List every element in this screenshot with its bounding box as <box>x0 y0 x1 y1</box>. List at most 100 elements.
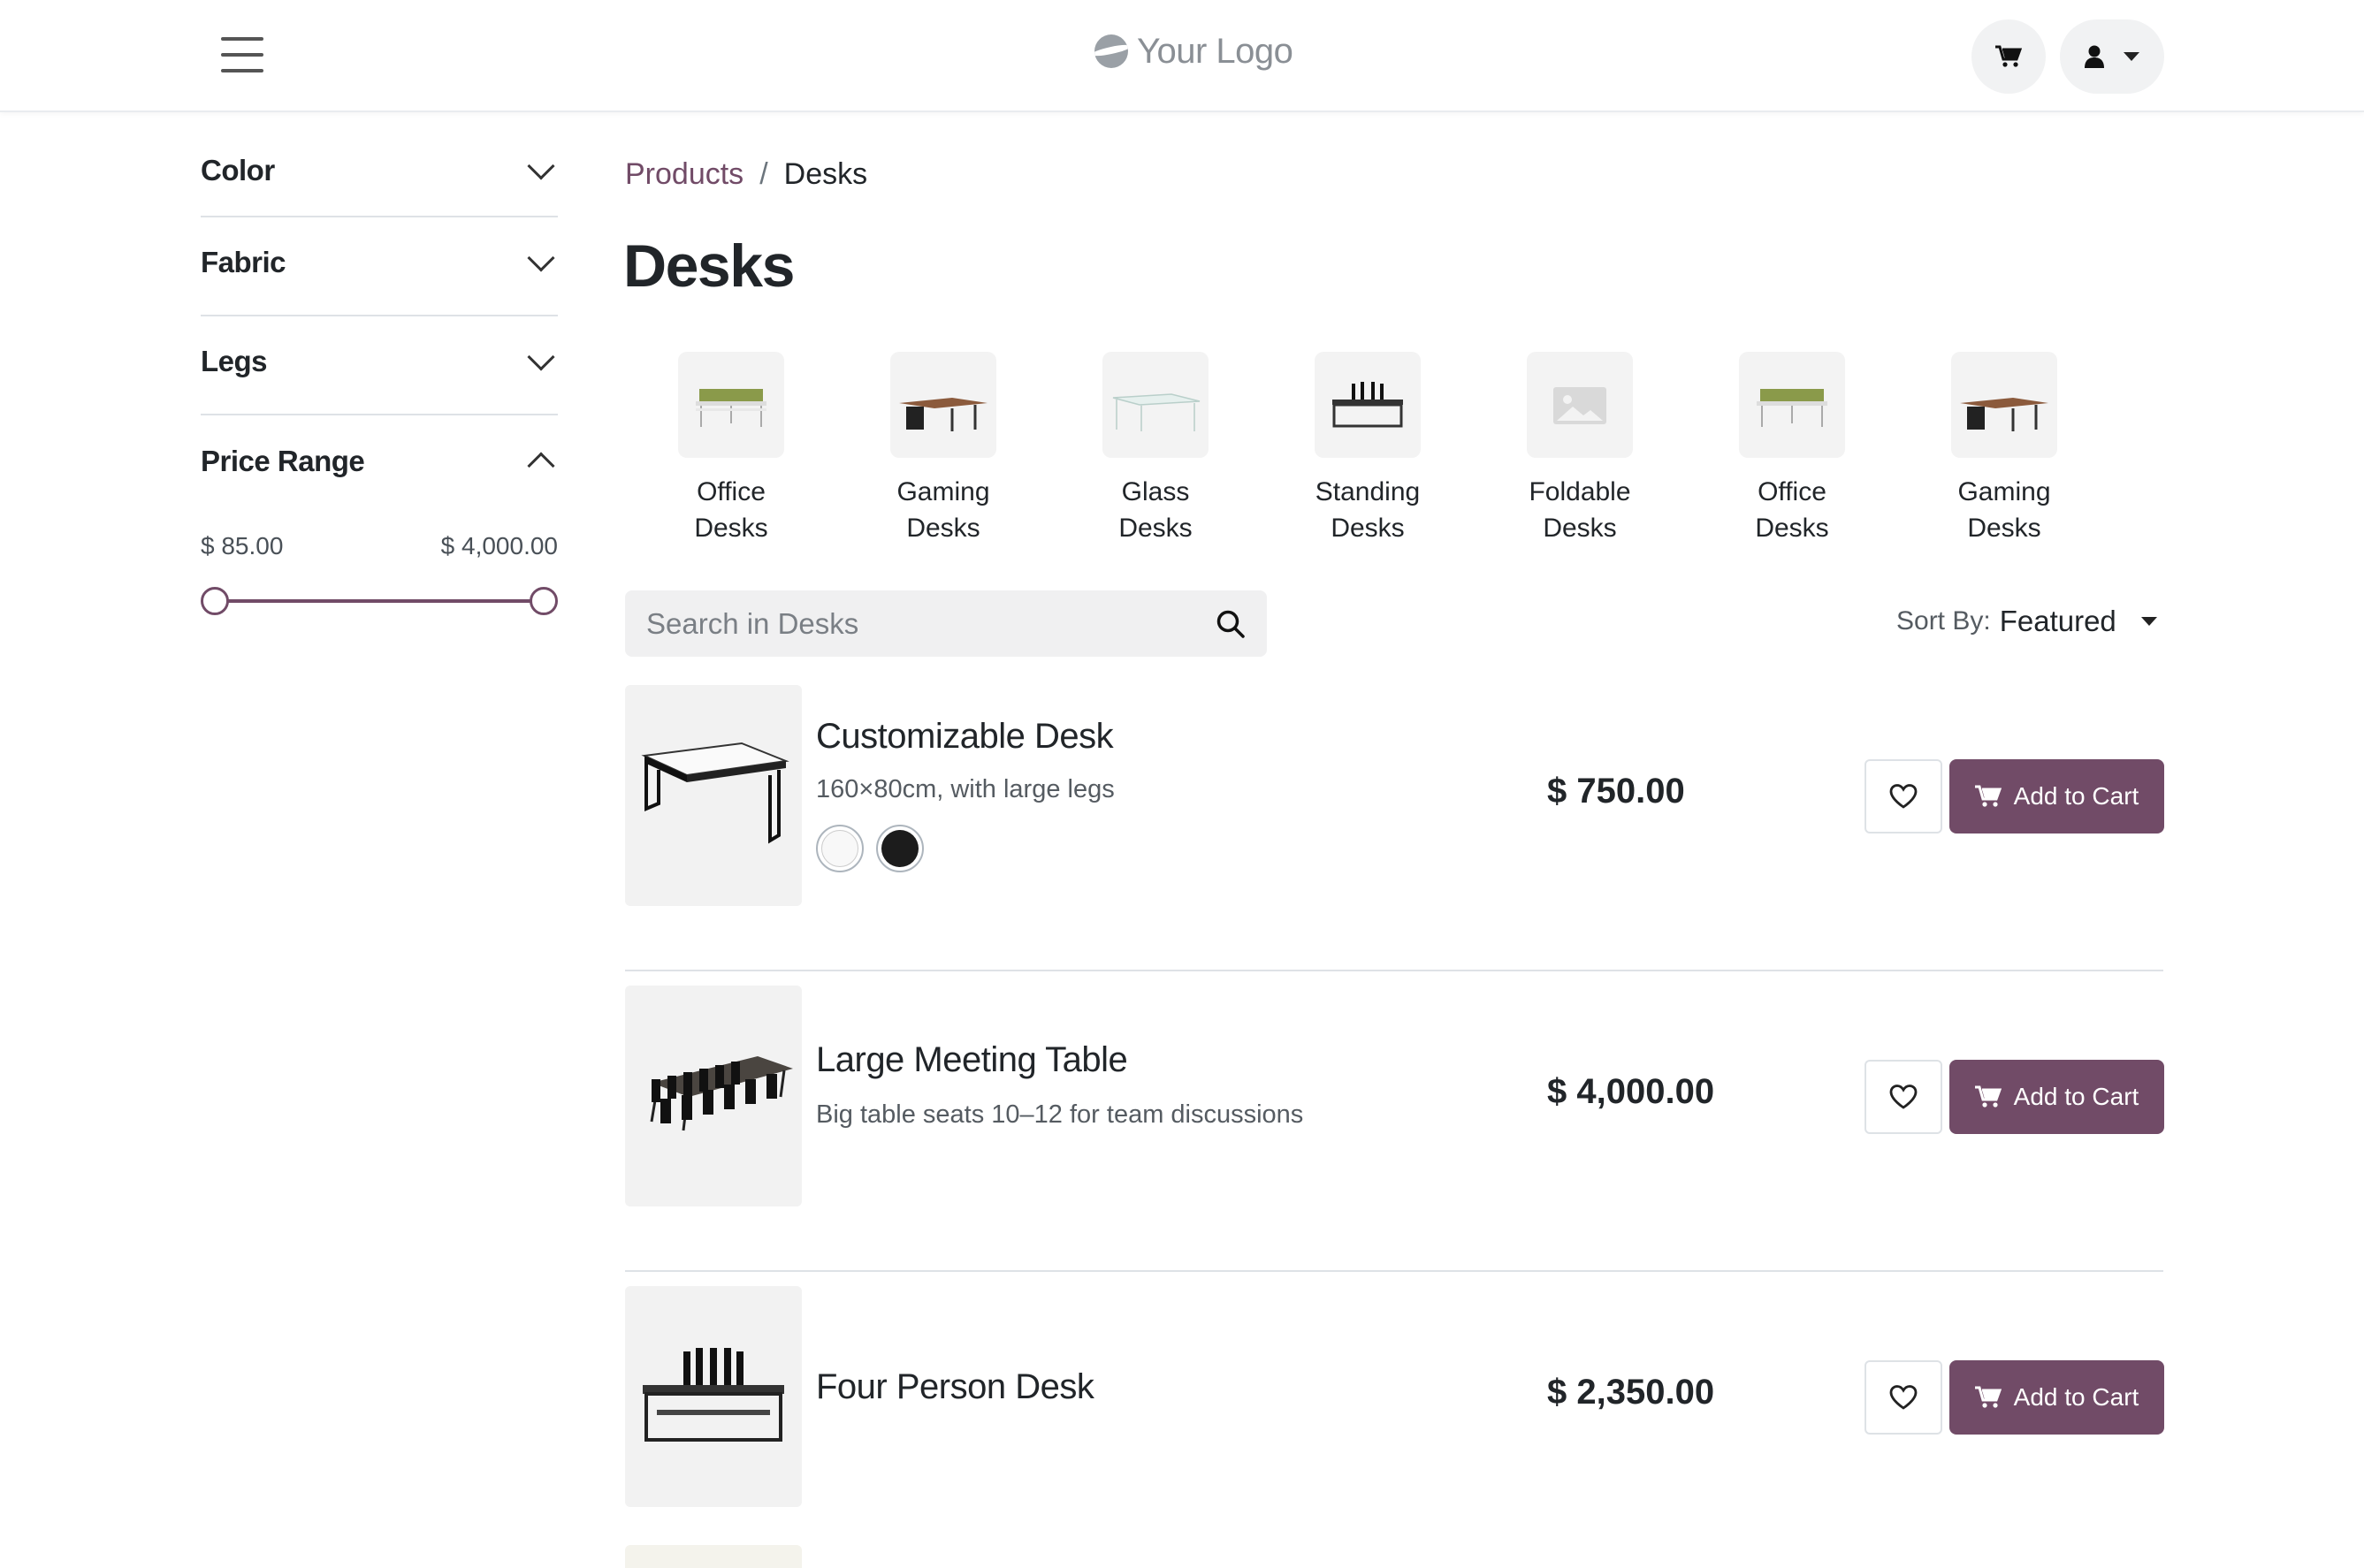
category-image <box>890 352 996 458</box>
chevron-down-icon <box>527 152 555 180</box>
cart-icon <box>1995 45 2022 67</box>
category-image <box>1102 352 1209 458</box>
price-range-labels: $ 85.00 $ 4,000.00 <box>201 532 558 560</box>
filter-title: Fabric <box>201 246 286 278</box>
search-icon[interactable] <box>1216 609 1246 639</box>
cart-button[interactable] <box>1971 19 2046 94</box>
chevron-down-icon <box>527 343 555 371</box>
filter-title: Color <box>201 154 275 186</box>
add-to-cart-label: Add to Cart <box>2013 782 2139 810</box>
category-label: Foldable <box>1529 477 1631 506</box>
breadcrumb-current: Desks <box>783 157 868 191</box>
add-to-cart-label: Add to Cart <box>2013 1383 2139 1411</box>
product-name[interactable]: Large Meeting Table <box>816 1040 1128 1080</box>
heart-icon <box>1889 1085 1918 1109</box>
category-label: Gaming <box>1957 477 2051 506</box>
sort-label: Sort By: <box>1896 606 1991 636</box>
category-label: Desks <box>1543 514 1617 543</box>
wishlist-button[interactable] <box>1865 1060 1942 1134</box>
breadcrumb-products-link[interactable]: Products <box>625 157 744 192</box>
category-gaming-desks[interactable]: Gaming Desks <box>837 352 1049 546</box>
product-image-partial[interactable] <box>625 1545 802 1568</box>
product-image[interactable] <box>625 1286 802 1507</box>
filter-title: Price Range <box>201 445 365 477</box>
category-gaming-desks-2[interactable]: Gaming Desks <box>1898 352 2110 546</box>
category-list: Office Desks Gaming Desks Glass Desks Stand… <box>625 352 2110 546</box>
filter-fabric[interactable]: Fabric <box>201 217 558 316</box>
product-name[interactable]: Customizable Desk <box>816 717 1114 757</box>
category-label: Desks <box>1755 514 1829 543</box>
swatch-white[interactable] <box>816 825 864 872</box>
logo[interactable]: Your Logo <box>1094 27 1293 76</box>
product-row: Four Person Desk $ 2,350.00 Add to Cart <box>625 1286 2164 1568</box>
category-label: Office <box>697 477 766 506</box>
sort-value: Featured <box>1999 605 2116 637</box>
category-office-desks-2[interactable]: Office Desks <box>1686 352 1898 546</box>
filter-title: Legs <box>201 345 268 377</box>
user-icon <box>2085 45 2104 68</box>
category-label: Desks <box>1118 514 1193 543</box>
breadcrumb-separator: / <box>759 157 768 191</box>
product-price: $ 4,000.00 <box>1547 1072 1715 1111</box>
category-label: Standing <box>1315 477 1421 506</box>
color-swatches <box>816 825 924 872</box>
price-min-label: $ 85.00 <box>201 532 284 559</box>
add-to-cart-button[interactable]: Add to Cart <box>1949 1360 2164 1435</box>
price-range-slider[interactable] <box>201 585 558 617</box>
product-image[interactable] <box>625 986 802 1206</box>
cart-icon <box>1974 1085 2002 1107</box>
swatch-black[interactable] <box>876 825 924 872</box>
search-input[interactable] <box>646 606 1216 641</box>
category-label: Desks <box>694 514 768 543</box>
category-label: Gaming <box>896 477 990 506</box>
filter-color[interactable]: Color <box>201 133 558 217</box>
category-image <box>1527 352 1633 458</box>
chevron-down-icon <box>527 244 555 272</box>
price-max-label: $ 4,000.00 <box>440 532 558 559</box>
product-description: Big table seats 10–12 for team discussio… <box>816 1100 1304 1129</box>
category-image <box>1951 352 2057 458</box>
filter-legs[interactable]: Legs <box>201 316 558 415</box>
wishlist-button[interactable] <box>1865 759 1942 833</box>
product-image[interactable] <box>625 685 802 906</box>
chevron-up-icon <box>527 452 555 480</box>
category-image <box>678 352 784 458</box>
slider-max-handle[interactable] <box>530 587 558 615</box>
category-foldable-desks[interactable]: Foldable Desks <box>1474 352 1686 546</box>
product-description: 160×80cm, with large legs <box>816 775 1115 803</box>
menu-icon[interactable] <box>219 37 265 72</box>
cart-icon <box>1974 785 2002 807</box>
heart-icon <box>1889 784 1918 809</box>
product-price: $ 750.00 <box>1547 772 1685 811</box>
product-price: $ 2,350.00 <box>1547 1373 1715 1412</box>
add-to-cart-label: Add to Cart <box>2013 1083 2139 1110</box>
filters-sidebar: Color Fabric Legs Price Range $ 85.00 $ … <box>201 133 558 617</box>
logo-text: Your Logo <box>1137 31 1293 71</box>
page-title: Desks <box>623 232 795 300</box>
category-label: Office <box>1758 477 1826 506</box>
category-glass-desks[interactable]: Glass Desks <box>1049 352 1262 546</box>
category-image <box>1315 352 1421 458</box>
top-navbar: Your Logo <box>0 0 2364 112</box>
caret-down-icon <box>2140 617 2157 626</box>
breadcrumb: Products / Desks <box>625 157 867 192</box>
chevron-down-icon <box>2124 52 2139 61</box>
category-label: Desks <box>1331 514 1405 543</box>
add-to-cart-button[interactable]: Add to Cart <box>1949 759 2164 833</box>
add-to-cart-button[interactable]: Add to Cart <box>1949 1060 2164 1134</box>
user-menu-button[interactable] <box>2060 19 2164 94</box>
filter-price-range[interactable]: Price Range <box>201 415 558 514</box>
logo-icon <box>1094 34 1128 68</box>
category-office-desks[interactable]: Office Desks <box>625 352 837 546</box>
wishlist-button[interactable] <box>1865 1360 1942 1435</box>
slider-min-handle[interactable] <box>201 587 229 615</box>
product-row: Large Meeting Table Big table seats 10–1… <box>625 986 2164 1272</box>
category-label: Desks <box>1967 514 2041 543</box>
sort-dropdown[interactable]: Sort By: Featured <box>1896 605 2157 638</box>
category-standing-desks[interactable]: Standing Desks <box>1262 352 1474 546</box>
heart-icon <box>1889 1385 1918 1410</box>
product-list: Customizable Desk 160×80cm, with large l… <box>625 685 2164 1568</box>
category-label: Glass <box>1121 477 1190 506</box>
product-row: Customizable Desk 160×80cm, with large l… <box>625 685 2164 971</box>
product-name[interactable]: Four Person Desk <box>816 1367 1094 1407</box>
